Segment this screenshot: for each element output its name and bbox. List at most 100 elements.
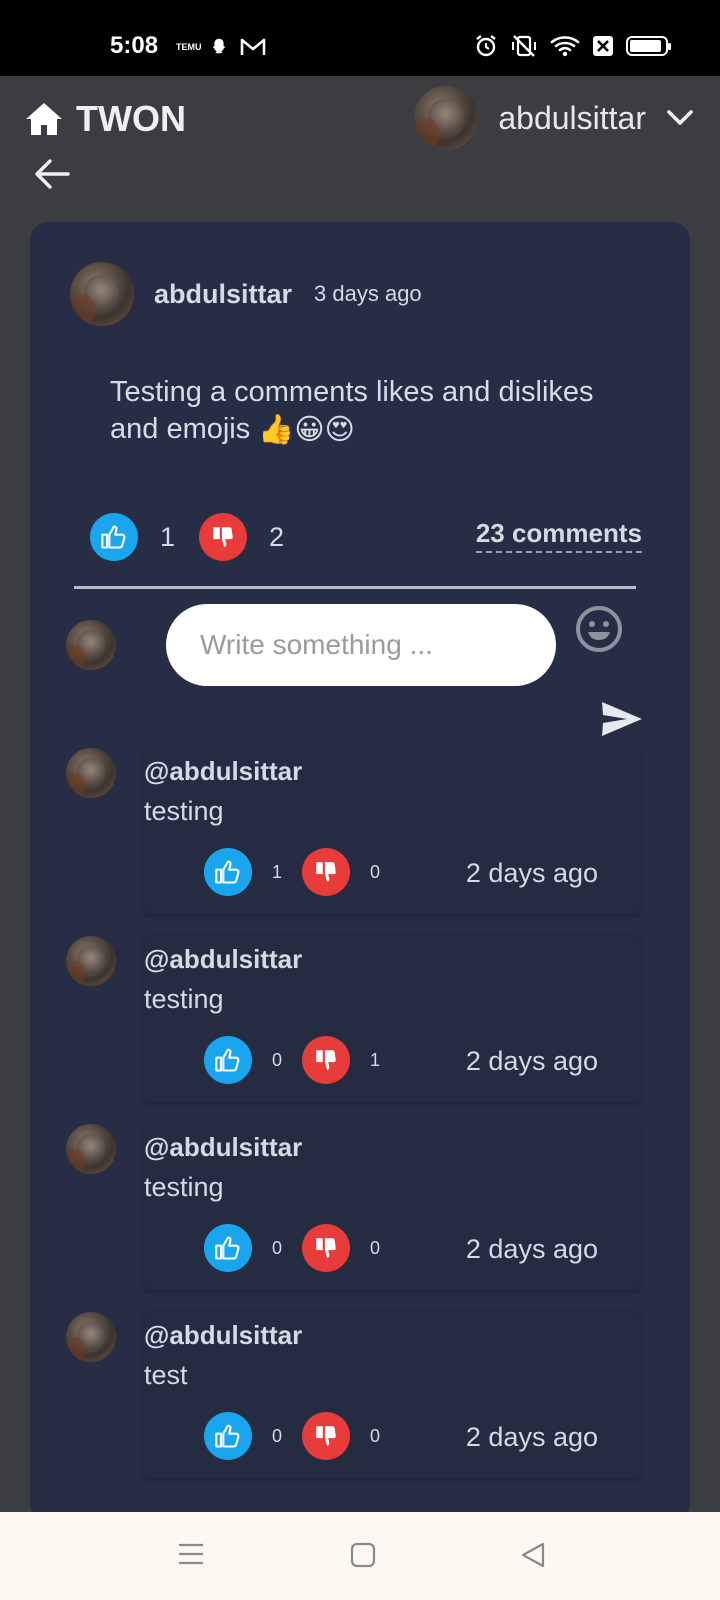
smiley-icon xyxy=(576,606,622,652)
comment-like-count: 0 xyxy=(271,1237,282,1258)
comment-text: testing xyxy=(144,796,224,826)
post-text: Testing a comments likes and dislikes an… xyxy=(110,374,610,449)
chevron-down-icon xyxy=(667,110,693,125)
like-button[interactable] xyxy=(90,513,138,561)
comment: @abdulsittar testing 0 1 2 days ago xyxy=(30,936,690,1106)
post-reactions: 1 2 23 comments xyxy=(90,512,642,562)
comment-box: @abdulsittar test 0 0 2 days ago xyxy=(144,1312,640,1478)
battery-icon xyxy=(626,36,671,56)
app-title: TWON xyxy=(76,98,186,139)
comment-time: 2 days ago xyxy=(465,1234,598,1264)
comment-user[interactable]: @abdulsittar xyxy=(144,756,302,787)
comment-like-count: 1 xyxy=(271,861,282,882)
comment-like-count: 0 xyxy=(271,1425,282,1446)
send-button[interactable] xyxy=(600,700,644,743)
post-card: abdulsittar 3 days ago Testing a comment… xyxy=(30,222,690,1522)
heart-eyes-emoji: 😍 xyxy=(324,413,355,446)
status-time: 5:08 xyxy=(110,32,159,59)
gmail-icon xyxy=(240,38,266,55)
comment-time: 2 days ago xyxy=(465,1422,598,1452)
thumbs-down-icon xyxy=(316,1238,336,1258)
nav-back-button[interactable] xyxy=(520,1542,546,1573)
comments-link[interactable]: 23 comments xyxy=(475,518,642,553)
back-button[interactable] xyxy=(34,158,70,195)
avatar xyxy=(66,748,116,798)
thumbs-up-icon xyxy=(215,860,240,884)
comment-text: testing xyxy=(144,984,224,1014)
comment-input[interactable] xyxy=(166,604,556,686)
user-menu[interactable]: abdulsittar xyxy=(414,86,694,150)
avatar xyxy=(70,262,134,326)
post-author-name[interactable]: abdulsittar xyxy=(154,279,292,310)
post-author[interactable]: abdulsittar 3 days ago xyxy=(70,262,422,326)
square-icon xyxy=(350,1542,376,1568)
arrow-left-icon xyxy=(35,159,70,189)
emoji-picker-button[interactable] xyxy=(574,604,624,659)
comment-dislike-count: 0 xyxy=(369,861,380,882)
battery-fill xyxy=(630,40,661,52)
system-nav-bar xyxy=(0,1512,720,1600)
comment: @abdulsittar testing 1 0 2 days ago xyxy=(30,748,690,918)
triangle-back-icon xyxy=(521,1542,545,1568)
thumbs-up-icon xyxy=(215,1048,240,1072)
avatar xyxy=(66,620,116,670)
wifi-icon xyxy=(550,36,580,57)
comment-dislike-button[interactable] xyxy=(302,1036,350,1084)
comment-dislike-count: 0 xyxy=(369,1425,380,1446)
app-header: TWON abdulsittar xyxy=(0,76,720,216)
comment-box: @abdulsittar testing 1 0 2 days ago xyxy=(144,748,640,914)
comment-time: 2 days ago xyxy=(465,858,598,888)
thumbs-up-emoji: 👍 xyxy=(258,413,295,446)
nav-home-button[interactable] xyxy=(350,1542,376,1573)
comment-dislike-button[interactable] xyxy=(302,848,350,896)
nav-recents-button[interactable] xyxy=(178,1542,204,1571)
dislike-button[interactable] xyxy=(199,513,248,561)
avatar xyxy=(414,86,479,150)
comment-user[interactable]: @abdulsittar xyxy=(144,1320,302,1351)
x-icon xyxy=(593,36,613,56)
header-username: abdulsittar xyxy=(498,99,646,136)
comment-text: testing xyxy=(144,1172,224,1202)
send-icon xyxy=(602,702,642,736)
thumbs-down-icon xyxy=(316,862,336,882)
comment-box: @abdulsittar testing 0 0 2 days ago xyxy=(144,1124,640,1290)
comment-dislike-count: 0 xyxy=(369,1237,380,1258)
post-time: 3 days ago xyxy=(314,281,422,306)
comment-user[interactable]: @abdulsittar xyxy=(144,944,302,975)
comment-text: test xyxy=(144,1360,188,1390)
thumbs-down-icon xyxy=(316,1050,336,1070)
comment-like-button[interactable] xyxy=(204,1224,252,1272)
vibrate-off-icon xyxy=(512,35,536,57)
comment-dislike-count: 1 xyxy=(369,1049,380,1070)
comment-like-button[interactable] xyxy=(204,1036,252,1084)
avatar xyxy=(66,1312,116,1362)
comment: @abdulsittar testing 0 0 2 days ago xyxy=(30,1124,690,1294)
comment-box: @abdulsittar testing 0 1 2 days ago xyxy=(144,936,640,1102)
comment: @abdulsittar test 0 0 2 days ago xyxy=(30,1312,690,1482)
comment-like-button[interactable] xyxy=(204,848,252,896)
thumbs-up-icon xyxy=(215,1236,240,1260)
menu-icon xyxy=(179,1543,203,1565)
snapchat-icon xyxy=(212,38,226,54)
home-icon xyxy=(26,103,62,135)
status-bar: 5:08 TEMU xyxy=(0,0,720,76)
like-count: 1 xyxy=(160,521,176,552)
comment-dislike-button[interactable] xyxy=(302,1412,350,1460)
temu-icon: TEMU xyxy=(176,41,202,52)
grinning-emoji: 😀 xyxy=(294,413,325,446)
comment-like-button[interactable] xyxy=(204,1412,252,1460)
dislike-count: 2 xyxy=(269,521,285,552)
thumbs-down-icon xyxy=(213,527,233,547)
avatar xyxy=(66,936,116,986)
alarm-icon xyxy=(476,35,496,57)
home-link[interactable]: TWON xyxy=(24,98,186,140)
thumbs-up-icon xyxy=(215,1424,240,1448)
comment-time: 2 days ago xyxy=(465,1046,598,1076)
comment-like-count: 0 xyxy=(271,1049,282,1070)
avatar xyxy=(66,1124,116,1174)
thumbs-down-icon xyxy=(316,1426,336,1446)
divider xyxy=(74,586,636,589)
comment-dislike-button[interactable] xyxy=(302,1224,350,1272)
comment-user[interactable]: @abdulsittar xyxy=(144,1132,302,1163)
thumbs-up-icon xyxy=(101,525,126,549)
